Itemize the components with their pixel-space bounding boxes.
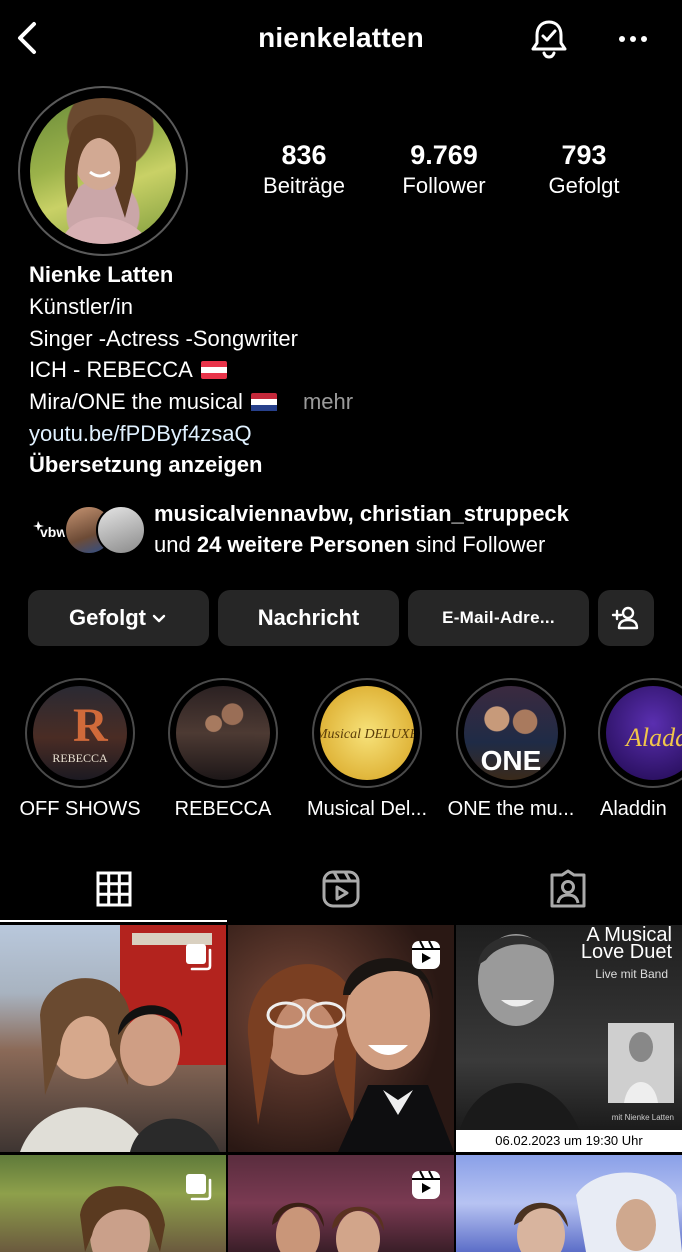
followed-by-summary[interactable]: und 24 weitere Personen sind Follower [154,529,545,560]
bio-line-3: Mira/ONE the musical mehr [29,387,353,417]
austria-flag-icon [200,361,227,379]
grid-icon [96,871,131,907]
highlight-rebecca-cover [176,686,270,780]
profile-avatar[interactable] [18,86,188,256]
tab-posts-grid[interactable] [0,864,227,914]
reel-icon [412,940,440,969]
stat-posts-value: 836 [281,140,327,170]
following-button-label: Gefolgt [69,605,146,630]
highlight-rebecca[interactable]: REBECCA [152,678,294,821]
tab-tagged[interactable] [454,864,682,914]
more-options-button[interactable] [612,22,654,56]
highlight-off-shows-cover: R REBECCA [33,686,127,780]
highlight-aladdin[interactable]: Aladdin Aladdin [582,678,682,821]
highlight-off-shows-tile-text: REBECCA [52,751,108,765]
suggested-people-button[interactable] [598,590,654,646]
carousel-icon [186,1174,212,1201]
highlight-musical-deluxe-cover: Musical DELUXE [320,686,414,780]
message-button-label: Nachricht [257,605,360,630]
stat-followers-label: Follower [402,173,486,198]
more-dots-icon [619,36,647,42]
following-button[interactable]: Gefolgt [28,590,209,646]
chevron-down-icon [152,614,166,623]
active-tab-indicator [0,920,227,922]
netherlands-flag-icon [250,393,277,411]
highlight-musical-deluxe-tile-text: Musical DELUXE [320,727,414,742]
bio-line-1: Singer -Actress -Songwriter [29,326,298,351]
bio-more-link[interactable]: mehr [303,389,353,414]
poster-title: A Musical Love Duet [580,925,672,963]
post-tile[interactable] [228,1155,454,1252]
poster-date: 06.02.2023 um 19:30 Uhr [456,1130,682,1152]
email-button[interactable]: E-Mail-Adre... [408,590,589,646]
bio-line-3-text: Mira/ONE the musical [29,389,243,414]
stat-followers[interactable]: 9.769 Follower [374,138,514,200]
highlight-aladdin-cover: Aladdin [606,686,682,780]
highlight-musical-deluxe[interactable]: Musical DELUXE Musical Del... [296,678,438,821]
highlight-aladdin-label: Aladdin [600,798,667,820]
post-tile[interactable] [0,925,226,1152]
top-bar: nienkelatten [0,0,682,80]
followed-by-count: 24 weitere Personen [196,532,410,557]
stat-following-value: 793 [561,140,607,170]
profile-category: Künstler/in [29,294,133,319]
highlight-one-label: ONE the mu... [447,798,575,820]
email-button-label: E-Mail-Adre... [442,608,555,627]
follower-avatar-third[interactable] [96,505,146,555]
tagged-icon [550,869,586,908]
stat-following-label: Gefolgt [548,173,620,198]
post-tile[interactable] [228,925,454,1152]
svg-text:R: R [73,699,109,752]
translate-link[interactable]: Übersetzung anzeigen [29,450,262,480]
reel-icon [412,1170,440,1199]
highlight-off-shows-label: OFF SHOWS [19,798,141,820]
profile-display-name: Nienke Latten [29,262,174,287]
highlight-one-the-musical[interactable]: ONE ONE the mu... [440,678,582,821]
add-person-icon [611,606,639,630]
post-tile[interactable]: A Musical Love Duet Live mit Band mit Ni… [456,925,682,1152]
bio-link[interactable]: youtu.be/fPDByf4zsaQ [29,419,252,449]
poster-caption: mit Nienke Latten [611,1113,674,1122]
poster-subtitle: Live mit Band [595,967,668,981]
avatar-photo [30,98,176,244]
message-button[interactable]: Nachricht [218,590,399,646]
stat-posts-label: Beiträge [263,173,345,198]
highlight-off-shows[interactable]: R REBECCA OFF SHOWS [9,678,151,821]
bell-check-icon [531,20,567,59]
followed-by-names[interactable]: musicalviennavbw, christian_struppeck [154,498,569,529]
profile-username: nienkelatten [258,22,424,53]
bio-line-2: ICH - REBECCA [29,355,227,385]
carousel-icon [186,944,212,971]
highlight-one-tile-text: ONE [481,745,542,776]
stat-followers-value: 9.769 [410,140,478,170]
stat-posts[interactable]: 836 Beiträge [234,138,374,200]
followed-by-prefix: und [154,532,191,557]
tab-reels[interactable] [227,864,454,914]
followed-by-suffix: sind Follower [415,532,546,557]
highlight-aladdin-tile-text: Aladdin [624,723,682,752]
stat-following[interactable]: 793 Gefolgt [514,138,654,200]
post-tile[interactable] [0,1155,226,1252]
reels-icon [322,870,359,908]
bio-line-2-text: ICH - REBECCA [29,357,193,382]
highlight-musical-deluxe-label: Musical Del... [306,798,428,820]
highlight-rebecca-label: REBECCA [174,798,272,820]
notifications-button[interactable] [526,16,572,62]
highlight-one-cover: ONE [464,686,558,780]
post-tile[interactable] [456,1155,682,1252]
